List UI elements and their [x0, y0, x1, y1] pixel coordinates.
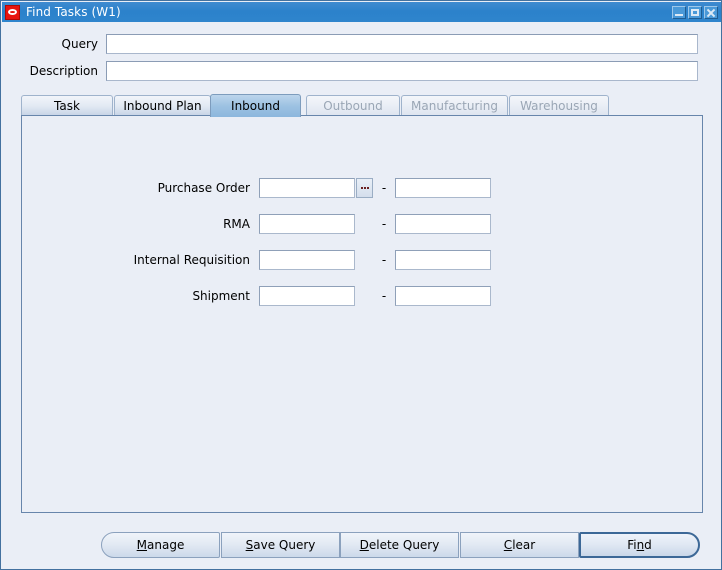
ellipsis-lov-icon[interactable] — [356, 178, 373, 198]
tab-label: Warehousing — [520, 99, 598, 113]
form-row-internal-requisition: Internal Requisition - — [22, 249, 491, 271]
tab-outbound: Outbound — [306, 95, 400, 116]
button-label: Find — [627, 538, 652, 552]
tab-label: Inbound Plan — [123, 99, 202, 113]
window-title: Find Tasks (W1) — [26, 5, 121, 19]
range-separator: - — [381, 289, 387, 303]
description-input[interactable] — [106, 61, 698, 81]
oracle-logo-icon — [5, 4, 20, 20]
close-icon[interactable] — [704, 5, 718, 19]
purchase-order-label: Purchase Order — [157, 181, 250, 195]
save-query-button[interactable]: Save Query — [221, 532, 340, 558]
description-label: Description — [29, 64, 98, 78]
button-label: Manage — [136, 538, 185, 552]
range-separator: - — [381, 253, 387, 267]
tab-inbound-plan[interactable]: Inbound Plan — [114, 95, 211, 116]
purchase-order-from-input[interactable] — [259, 178, 355, 198]
button-mnemonic: S — [245, 538, 254, 552]
button-mnemonic: C — [503, 538, 513, 552]
window-client-area: Query Description Task Inbound Plan Inboun… — [2, 22, 721, 569]
oracle-logo-oval — [8, 9, 17, 15]
purchase-order-to-input[interactable] — [395, 178, 491, 198]
range-separator: - — [381, 181, 387, 195]
tab-label: Task — [54, 99, 80, 113]
window-titlebar[interactable]: Find Tasks (W1) — [2, 2, 721, 22]
tab-strip: Task Inbound Plan Inbound Outbound Manufactu… — [21, 94, 703, 117]
query-row: Query — [2, 34, 698, 54]
form-row-purchase-order: Purchase Order - — [22, 177, 491, 199]
query-input[interactable] — [106, 34, 698, 54]
rma-from-input[interactable] — [259, 214, 355, 234]
rma-label: RMA — [223, 217, 250, 231]
query-label: Query — [61, 37, 98, 51]
description-row: Description — [2, 61, 698, 81]
delete-query-button[interactable]: Delete Query — [340, 532, 459, 558]
range-separator: - — [381, 217, 387, 231]
manage-button[interactable]: Manage — [101, 532, 220, 558]
shipment-to-input[interactable] — [395, 286, 491, 306]
shipment-from-input[interactable] — [259, 286, 355, 306]
internal-requisition-label: Internal Requisition — [133, 253, 250, 267]
shipment-label: Shipment — [192, 289, 250, 303]
button-label: Save Query — [245, 538, 316, 552]
window-controls — [672, 5, 718, 19]
tab-label: Outbound — [323, 99, 383, 113]
internal-requisition-to-input[interactable] — [395, 250, 491, 270]
maximize-icon[interactable] — [688, 5, 702, 19]
find-button[interactable]: Find — [579, 532, 700, 558]
tab-task[interactable]: Task — [21, 95, 113, 116]
tab-manufacturing: Manufacturing — [401, 95, 508, 116]
tab-inbound[interactable]: Inbound — [210, 94, 301, 117]
find-tasks-window: Find Tasks (W1) Query Description Task In… — [0, 0, 722, 570]
dialog-button-bar: Manage Save Query Delete Query Clear Find — [2, 530, 721, 560]
internal-requisition-from-input[interactable] — [259, 250, 355, 270]
button-mnemonic: D — [359, 538, 369, 552]
minimize-icon[interactable] — [672, 5, 686, 19]
tab-content-panel: Purchase Order - RMA - Internal Requisition -… — [21, 115, 703, 513]
tab-warehousing: Warehousing — [509, 95, 609, 116]
tab-label: Inbound — [231, 99, 280, 113]
tab-label: Manufacturing — [411, 99, 498, 113]
form-row-shipment: Shipment - — [22, 285, 491, 307]
rma-to-input[interactable] — [395, 214, 491, 234]
button-label: Delete Query — [359, 538, 440, 552]
button-mnemonic: n — [636, 538, 645, 552]
clear-button[interactable]: Clear — [460, 532, 579, 558]
button-label: Clear — [503, 538, 536, 552]
form-row-rma: RMA - — [22, 213, 491, 235]
button-mnemonic: M — [136, 538, 148, 552]
